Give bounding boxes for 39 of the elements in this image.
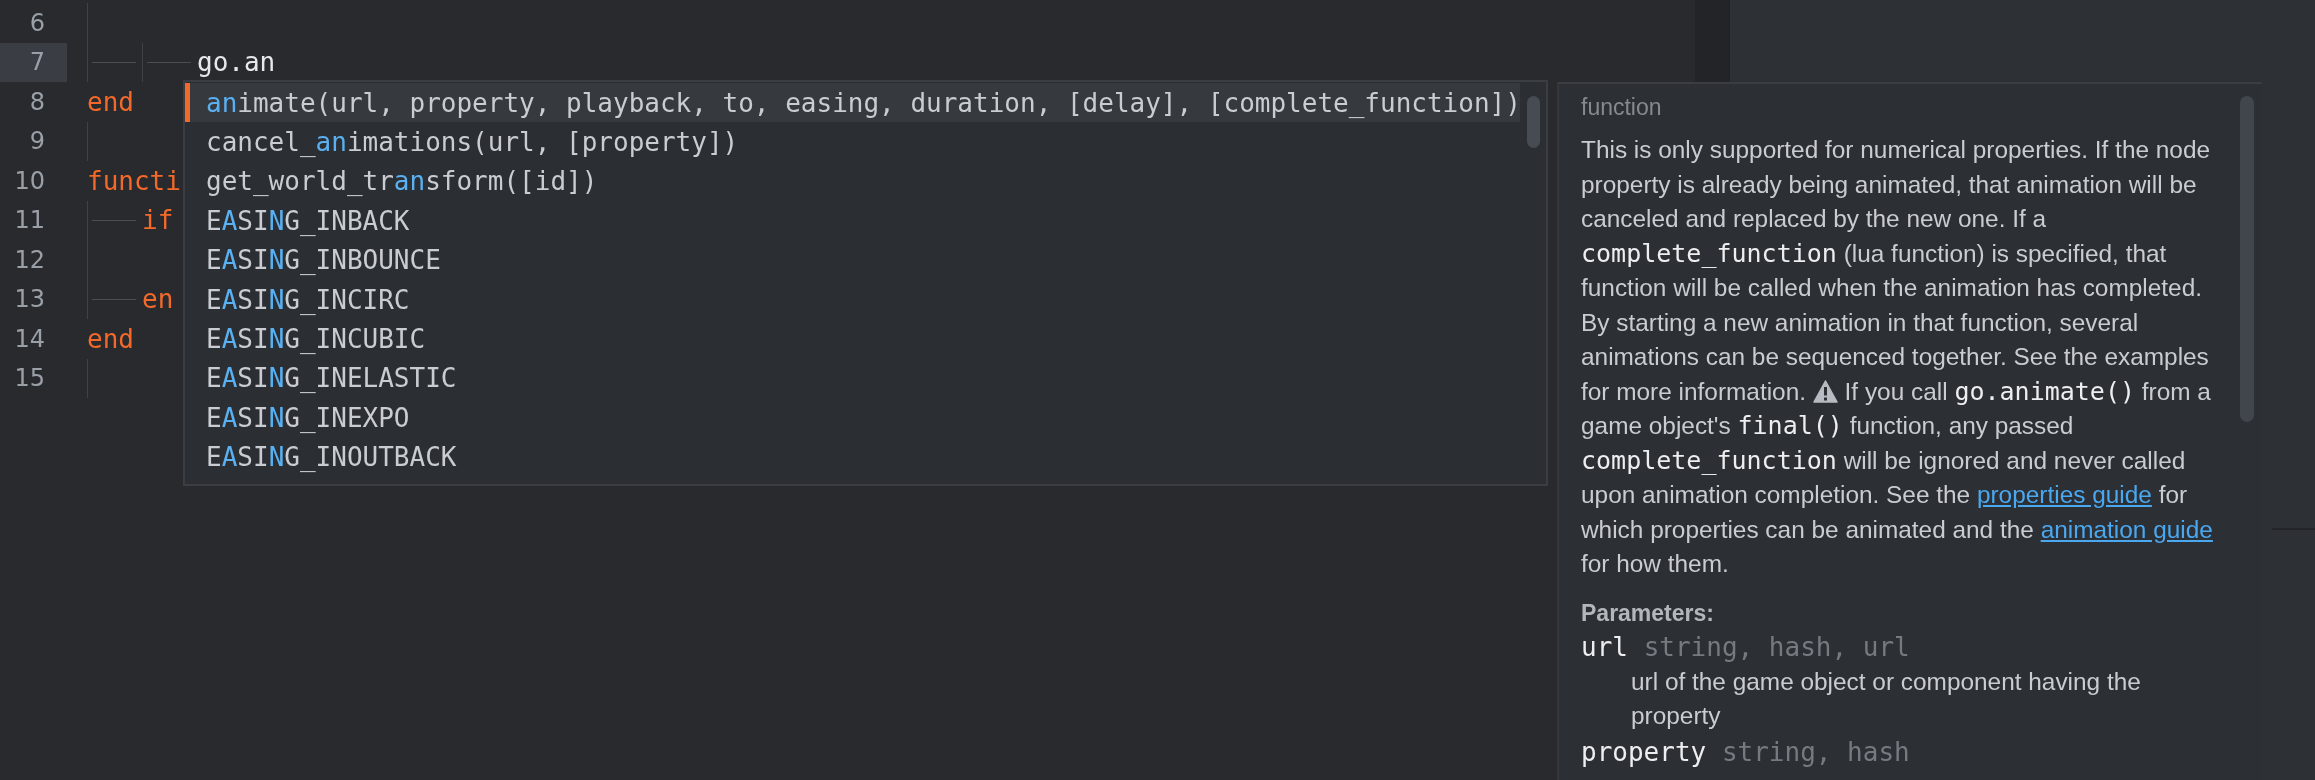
completion-item[interactable]: EASING_INBACK (185, 201, 1520, 241)
kind-label: function (1581, 94, 1663, 121)
completion-item[interactable]: animate(url, property, playback, to, easing, duration, [delay], [complete_function]) (185, 83, 1520, 123)
completion-item[interactable]: EASING_INEXPO (185, 398, 1520, 438)
code-text: go.an (197, 47, 276, 78)
description-paragraph: This is only supported for numerical properties. If the node property is already being animated, that animation will be canceled and replaced by the new one. If a complete_function (lua function) is specified, that function will be called when the animation has completed. By starting a new animation in that function, several animations can be sequenced together. See the examples for more information. If you call go.animate() from a game object's final() function, any passed complete_function will be ignored and never called upon animation completion. See the properties guide for which properties can be animated and the animation guide for how them. (1581, 135, 2214, 579)
scrollbar-thumb[interactable] (2240, 96, 2254, 422)
keyword-text: en (142, 284, 174, 315)
line-number: 11 (13, 205, 46, 237)
keyword-text: end (87, 86, 134, 117)
keyword-text: functi (87, 165, 181, 196)
doc-link[interactable]: properties guide (1976, 481, 2152, 508)
line-number: 7 (0, 42, 67, 82)
keyword-text: end (87, 323, 134, 354)
scrollbar-thumb[interactable] (1527, 96, 1540, 148)
line-number: 15 (13, 363, 46, 395)
line-number: 6 (28, 7, 46, 39)
parameter-name: property (1581, 736, 1707, 767)
keyword-text: if (142, 205, 174, 236)
parameter-type: string, hash (1721, 736, 1910, 767)
completion-item[interactable]: EASING_INCIRC (185, 279, 1520, 320)
completion-item[interactable]: EASING_INCUBIC (185, 319, 1520, 359)
line-number: 12 (13, 244, 46, 276)
doc-link[interactable]: animation guide (2040, 515, 2213, 543)
line-number: 10 (13, 165, 46, 197)
parameter-description: url of the game object or component having the property (1630, 666, 2142, 731)
line-number: 8 (28, 86, 46, 118)
line-number: 9 (28, 126, 46, 158)
completion-item[interactable]: EASING_INELASTIC (185, 358, 1520, 399)
completion-item[interactable]: EASING_INBOUNCE (185, 240, 1520, 280)
completion-item[interactable]: EASING_INOUTBACK (185, 437, 1520, 477)
parameter-name: url (1581, 631, 1628, 662)
completion-item[interactable]: cancel_animations(url, [property]) (185, 122, 1520, 162)
line-number: 14 (13, 323, 46, 355)
parameters-heading: Parameters: (1581, 599, 1715, 627)
completion-item[interactable]: get_world_transform([id]) (185, 161, 1520, 202)
parameter-type: string, hash, url (1643, 631, 1910, 662)
warning-icon (1812, 379, 1838, 403)
line-number: 13 (13, 284, 46, 316)
